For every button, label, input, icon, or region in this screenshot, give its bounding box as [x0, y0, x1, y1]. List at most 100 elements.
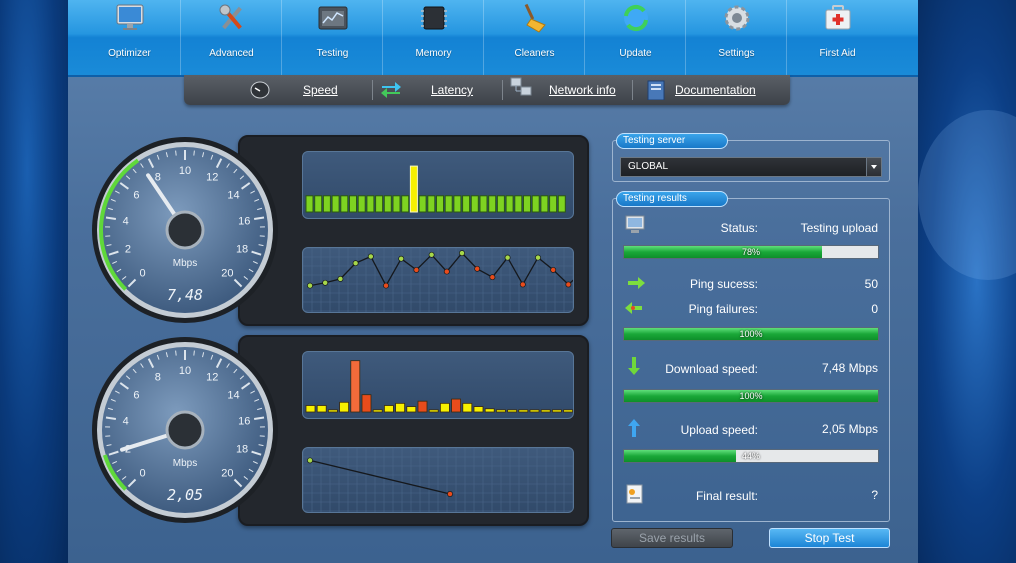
chart-bar — [366, 195, 375, 213]
gauge-readout: 7,48 — [167, 286, 203, 304]
progress-text: 100% — [739, 391, 763, 401]
chart-window-icon — [318, 6, 348, 30]
chart-series-line — [309, 252, 573, 287]
status-progress-bar: 78% — [623, 245, 879, 259]
toolbar-cleaners[interactable]: Cleaners — [483, 0, 585, 75]
refresh-globe-icon — [624, 4, 648, 32]
speedometer-icon — [250, 81, 270, 99]
chart-bar — [418, 195, 427, 213]
toolbar-label: Advanced — [209, 48, 254, 59]
gauge-scale-label: 6 — [133, 190, 139, 202]
toolbar-testing[interactable]: Testing — [281, 0, 383, 75]
chart-bar — [439, 402, 450, 413]
chevron-down-icon[interactable] — [866, 158, 881, 176]
upload-histogram — [302, 351, 574, 419]
status-value: Testing upload — [800, 221, 878, 235]
chart-point — [535, 254, 541, 261]
gauge-tick — [193, 150, 195, 156]
chart-bar — [316, 405, 327, 413]
subnav-latency[interactable]: Latency — [380, 75, 490, 105]
toolbar-memory[interactable]: Memory — [382, 0, 484, 75]
chart-point — [519, 281, 526, 288]
upload-gauge: 02468101214161820Mbps2,05 — [92, 337, 278, 523]
subnav-speed[interactable]: Speed — [244, 75, 344, 105]
chart-bar — [563, 409, 573, 413]
chart-point — [565, 281, 572, 288]
swap-arrows-icon — [381, 82, 401, 98]
chart-point — [474, 265, 481, 272]
gauge-scale-label: 18 — [236, 244, 248, 256]
chart-bar — [479, 195, 488, 213]
chart-bar — [484, 408, 495, 413]
upload-line-chart — [303, 448, 573, 512]
chart-bar — [409, 165, 418, 213]
download-line-chart — [303, 248, 573, 312]
toolbar-label: Cleaners — [514, 48, 555, 59]
chart-bar — [322, 195, 331, 213]
chart-bar — [340, 195, 349, 213]
subnav-network-info[interactable]: Network info — [510, 75, 618, 105]
chart-bar — [507, 409, 518, 413]
gauge-scale-label: 10 — [179, 165, 191, 177]
chart-bar — [361, 394, 372, 413]
toolbar-label: Testing — [316, 48, 349, 59]
chart-point — [322, 279, 329, 286]
progress-text: 44% — [741, 451, 760, 461]
toolbar-optimizer[interactable]: Optimizer — [79, 0, 180, 75]
stop-test-button[interactable]: Stop Test — [769, 528, 890, 548]
chart-bar — [349, 195, 357, 213]
gauge-readout: 2,05 — [167, 486, 203, 504]
toolbar-settings[interactable]: Settings — [685, 0, 787, 75]
subnav-documentation[interactable]: Documentation — [640, 75, 780, 105]
chart-bar — [551, 409, 562, 413]
chart-point — [428, 251, 435, 258]
gauge-scale-label: 18 — [236, 444, 248, 456]
ping-failures-label: Ping failures: — [688, 302, 758, 316]
chart-bar — [549, 195, 558, 213]
toolbar-advanced[interactable]: Advanced — [180, 0, 282, 75]
chart-point — [352, 260, 359, 267]
chart-bar — [428, 409, 439, 413]
divider — [372, 80, 373, 100]
toolbar-update[interactable]: Update — [584, 0, 686, 75]
download-speed-value: 7,48 Mbps — [821, 361, 878, 375]
chart-bar — [417, 400, 428, 413]
save-results-button[interactable]: Save results — [611, 528, 733, 548]
gauge-hub — [165, 210, 205, 250]
gauge-scale-label: 14 — [227, 390, 239, 402]
chart-point — [489, 274, 496, 281]
toolbar-first-aid[interactable]: First Aid — [786, 0, 888, 75]
chart-bar — [488, 195, 497, 213]
chart-point — [443, 268, 450, 275]
subnav-label: Latency — [431, 83, 474, 97]
chart-point — [307, 282, 313, 289]
chart-bar — [473, 406, 484, 413]
chart-bar — [436, 195, 444, 213]
ping-failures-value: 0 — [871, 302, 878, 316]
ping-progress-bar: 100% — [623, 327, 879, 341]
gauge-scale-label: 16 — [238, 416, 250, 428]
chart-bar — [557, 195, 566, 213]
subnav-label: Network info — [549, 83, 616, 97]
chart-bar — [406, 406, 417, 413]
chart-bar — [453, 195, 462, 213]
gauge-scale-label: 20 — [221, 267, 233, 279]
gauge-unit: Mbps — [173, 458, 197, 469]
chart-bar — [495, 409, 506, 413]
upload-panel — [238, 335, 589, 526]
divider — [502, 80, 503, 100]
chart-point — [550, 266, 557, 273]
chart-bar — [523, 195, 531, 213]
server-select[interactable]: GLOBAL — [620, 157, 882, 177]
chart-point — [504, 254, 511, 261]
monitor-icon — [116, 4, 144, 30]
gauge-scale-label: 20 — [221, 467, 233, 479]
upload-bar-chart — [305, 360, 573, 413]
gauge-hub — [165, 410, 205, 450]
tools-icon — [219, 4, 242, 30]
desktop-background-right — [918, 0, 1016, 563]
final-result-label: Final result: — [695, 489, 758, 503]
toolbar-label: Update — [619, 48, 652, 59]
gauge-tick — [175, 150, 177, 156]
toolbar-label: First Aid — [819, 48, 856, 59]
